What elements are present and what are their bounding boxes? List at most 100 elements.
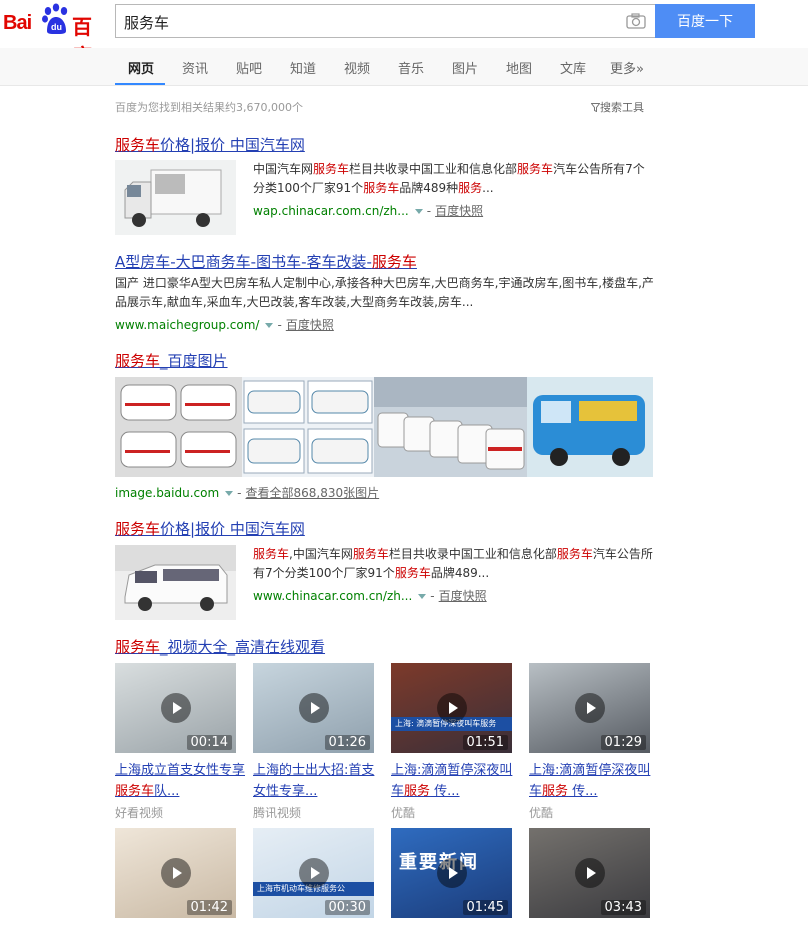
abstract-text: ,中国汽车网: [289, 547, 353, 561]
video-title[interactable]: 上海:滴滴暂停深夜叫车服务 传...: [529, 760, 659, 802]
vans-collage-image: [242, 377, 374, 477]
abstract-text: 栏目共收录中国工业和信息化部: [349, 162, 518, 176]
video-source: 优酷: [391, 806, 416, 820]
tab-tieba[interactable]: 贴吧: [236, 58, 262, 77]
logo-du-text: du: [51, 22, 62, 32]
video-thumbnail[interactable]: 01:26: [253, 663, 374, 753]
result-1-snapshot-link[interactable]: 百度快照: [435, 204, 483, 218]
video-item[interactable]: 01:29 上海:滴滴暂停深夜叫车服务 传... 优酷: [529, 663, 650, 820]
service-truck-image: [115, 160, 236, 235]
highlight-keyword: 服务车: [363, 181, 400, 195]
highlight-keyword: 服务车: [313, 162, 350, 176]
result-3-title[interactable]: 服务车_百度图片: [115, 350, 228, 371]
result-3-cite: image.baidu.com - 查看全部868,830张图片: [115, 486, 380, 500]
search-input[interactable]: [124, 11, 604, 33]
video-duration: 01:45: [462, 900, 508, 915]
result-2-snapshot-link[interactable]: 百度快照: [286, 318, 334, 332]
title-highlight: 服务车: [115, 136, 161, 154]
video-item[interactable]: 01:42: [115, 828, 236, 918]
white-van-image: [115, 545, 236, 620]
tab-music[interactable]: 音乐: [398, 58, 424, 77]
result-3-url[interactable]: image.baidu.com: [115, 486, 219, 500]
video-thumbnail[interactable]: 03:43: [529, 828, 650, 918]
image-result-4[interactable]: [527, 377, 653, 477]
result-2-url[interactable]: www.maichegroup.com/: [115, 318, 259, 332]
video-item[interactable]: 上海市机动车维修服务公 00:30: [253, 828, 374, 918]
tab-zhidao[interactable]: 知道: [290, 58, 316, 77]
video-source: 腾讯视频: [253, 806, 302, 820]
dropdown-arrow-icon[interactable]: [225, 490, 234, 496]
image-result-1[interactable]: [115, 377, 242, 477]
abstract-text: 品牌489种: [399, 181, 459, 195]
play-icon[interactable]: [161, 858, 191, 888]
video-duration: 01:42: [186, 900, 232, 915]
video-thumbnail[interactable]: 上海: 滴滴暂停深夜叫车服务 01:51: [391, 663, 512, 753]
video-item[interactable]: 00:14 上海成立首支女性专享服务车队... 好看视频: [115, 663, 245, 820]
highlight-keyword: 服务车: [556, 547, 593, 561]
video-title-text: 传...: [430, 784, 460, 799]
title-text: _百度图片: [160, 352, 228, 370]
video-thumbnail[interactable]: 01:42: [115, 828, 236, 918]
video-title[interactable]: 上海:滴滴暂停深夜叫车服务 传...: [391, 760, 521, 802]
result-4-title[interactable]: 服务车价格|报价 中国汽车网: [115, 518, 305, 539]
result-4-abstract: 服务车,中国汽车网服务车栏目共收录中国工业和信息化部服务车汽车公告所有7个分类1…: [253, 545, 653, 583]
filter-icon: [590, 103, 601, 113]
logo-latin: Bai: [3, 12, 32, 34]
tab-web[interactable]: 网页: [128, 58, 154, 77]
play-icon[interactable]: [575, 693, 605, 723]
image-result-3[interactable]: [374, 377, 527, 477]
play-icon[interactable]: [299, 858, 329, 888]
result-4-url[interactable]: www.chinacar.com.cn/zh...: [253, 589, 412, 603]
video-item[interactable]: 01:26 上海的士出大招:首支女性专享... 腾讯视频: [253, 663, 374, 820]
tab-video[interactable]: 视频: [344, 58, 370, 77]
van-fleet-image: [374, 377, 527, 477]
abstract-text: 品牌489...: [430, 566, 490, 580]
tab-images[interactable]: 图片: [452, 58, 478, 77]
title-highlight: 服务车: [371, 253, 417, 271]
search-tools-button[interactable]: 搜索工具: [590, 99, 644, 115]
result-1-title[interactable]: 服务车价格|报价 中国汽车网: [115, 134, 305, 155]
result-2-title[interactable]: A型房车-大巴商务车-图书车-客车改装-服务车: [115, 251, 417, 272]
result-4-thumbnail[interactable]: [115, 545, 236, 620]
paw-logo-icon: du: [42, 3, 68, 34]
view-all-images-link[interactable]: 查看全部868,830张图片: [246, 486, 380, 500]
result-5-title[interactable]: 服务车_视频大全_高清在线观看: [115, 636, 325, 657]
title-text: 价格|报价 中国汽车网: [160, 136, 305, 154]
video-thumbnail[interactable]: 重要新闻 01:45: [391, 828, 512, 918]
result-1-url[interactable]: wap.chinacar.com.cn/zh...: [253, 204, 409, 218]
video-item[interactable]: 重要新闻 01:45: [391, 828, 512, 918]
result-1-thumbnail[interactable]: [115, 160, 236, 235]
dropdown-arrow-icon[interactable]: [414, 208, 423, 214]
play-icon[interactable]: [575, 858, 605, 888]
abstract-text: 中国汽车网: [253, 162, 314, 176]
tab-maps[interactable]: 地图: [506, 58, 532, 77]
video-thumbnail[interactable]: 01:29: [529, 663, 650, 753]
video-title[interactable]: 上海的士出大招:首支女性专享...: [253, 760, 383, 802]
video-thumbnail[interactable]: 00:14: [115, 663, 236, 753]
header: Bai du 百度 百度一下: [0, 0, 808, 68]
video-thumbnail[interactable]: 上海市机动车维修服务公 00:30: [253, 828, 374, 918]
highlight-keyword: 服务: [458, 181, 483, 195]
white-vans-image: [115, 377, 242, 477]
dropdown-arrow-icon[interactable]: [418, 593, 427, 599]
active-tab-indicator: [115, 83, 165, 85]
result-4-snapshot-link[interactable]: 百度快照: [439, 589, 487, 603]
search-button[interactable]: 百度一下: [655, 4, 755, 38]
tab-news[interactable]: 资讯: [182, 58, 208, 77]
search-tabs: 网页 资讯 贴吧 知道 视频 音乐 图片 地图 文库 更多»: [0, 48, 808, 86]
play-icon[interactable]: [299, 693, 329, 723]
video-item[interactable]: 上海: 滴滴暂停深夜叫车服务 01:51 上海:滴滴暂停深夜叫车服务 传... 优酷: [391, 663, 512, 820]
blue-van-image: [527, 377, 653, 477]
play-icon[interactable]: [437, 693, 467, 723]
play-icon[interactable]: [437, 858, 467, 888]
tab-more[interactable]: 更多»: [610, 58, 644, 77]
play-icon[interactable]: [161, 693, 191, 723]
image-result-2[interactable]: [242, 377, 374, 477]
tab-wenku[interactable]: 文库: [560, 58, 586, 77]
video-title[interactable]: 上海成立首支女性专享服务车队...: [115, 760, 245, 802]
camera-icon[interactable]: [626, 13, 646, 29]
dropdown-arrow-icon[interactable]: [265, 322, 274, 328]
title-highlight: 服务车: [115, 638, 161, 656]
video-item[interactable]: 03:43: [529, 828, 650, 918]
baidu-logo[interactable]: Bai du 百度: [3, 2, 111, 68]
